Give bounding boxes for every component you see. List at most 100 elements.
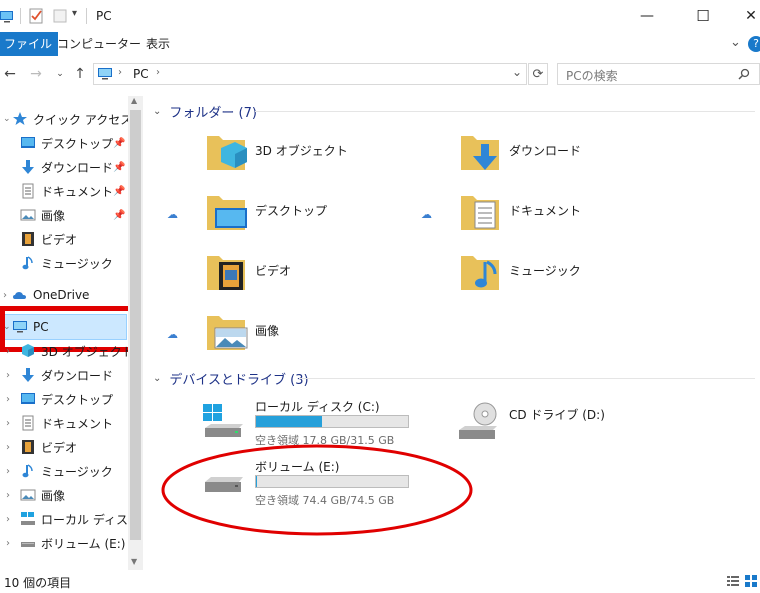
- folder-music[interactable]: ミュージック: [457, 250, 687, 306]
- nav-item-pc-videos[interactable]: › ビデオ: [0, 435, 128, 459]
- nav-item-quick-access[interactable]: ⌄ クイック アクセス: [0, 107, 128, 131]
- document-icon: [22, 415, 34, 431]
- chevron-down-icon[interactable]: ⌄: [153, 373, 161, 384]
- chevron-right-icon[interactable]: ›: [3, 290, 7, 301]
- recent-locations-button[interactable]: ⌄: [50, 64, 70, 84]
- title-bar: ▾ PC — ☐ ✕: [0, 0, 760, 32]
- nav-label: OneDrive: [33, 288, 90, 302]
- highlight-ellipse: [161, 444, 473, 536]
- video-folder-icon: [207, 256, 245, 290]
- folder-downloads[interactable]: ダウンロード: [457, 130, 687, 186]
- separator: [86, 8, 87, 24]
- breadcrumb-chevron-icon[interactable]: ›: [156, 67, 160, 78]
- music-icon: [22, 464, 33, 478]
- address-dropdown-icon[interactable]: ⌄: [512, 65, 522, 79]
- nav-label: ボリューム (E:): [41, 536, 126, 551]
- drive-d[interactable]: CD ドライブ (D:): [457, 398, 687, 448]
- properties-icon[interactable]: [28, 8, 44, 24]
- chevron-right-icon[interactable]: ›: [6, 466, 10, 477]
- nav-label: ローカル ディスク (C: [41, 512, 128, 527]
- chevron-right-icon[interactable]: ›: [6, 490, 10, 501]
- ribbon-expand-icon[interactable]: ⌄: [730, 35, 741, 50]
- chevron-right-icon[interactable]: ›: [6, 346, 10, 357]
- refresh-icon: ⟳: [532, 66, 544, 82]
- tab-view[interactable]: 表示: [134, 32, 182, 56]
- folder-desktop[interactable]: デスクトップ: [203, 190, 433, 246]
- drives-group-header[interactable]: ⌄ デバイスとドライブ (3): [153, 369, 309, 388]
- breadcrumb-pc[interactable]: PC: [133, 67, 149, 81]
- forward-button[interactable]: →: [26, 64, 46, 84]
- chevron-right-icon[interactable]: ›: [6, 418, 10, 429]
- back-button[interactable]: ←: [0, 64, 20, 84]
- minimize-button[interactable]: —: [624, 0, 670, 32]
- nav-item-music[interactable]: ミュージック: [0, 251, 128, 275]
- nav-item-volume-e[interactable]: › ボリューム (E:): [0, 531, 128, 555]
- details-view-icon[interactable]: [726, 574, 740, 588]
- search-icon: [738, 68, 750, 80]
- chevron-down-icon[interactable]: ⌄: [3, 114, 11, 124]
- chevron-right-icon[interactable]: ›: [6, 394, 10, 405]
- quick-access-toolbar-dropdown[interactable]: ▾: [72, 8, 77, 19]
- video-icon: [22, 440, 34, 454]
- pc-icon: [98, 68, 112, 80]
- download-icon: [22, 368, 34, 382]
- folder-label: 3D オブジェクト: [255, 144, 348, 158]
- item-count: 10 個の項目: [4, 576, 72, 590]
- scroll-down-icon[interactable]: ▼: [131, 557, 137, 566]
- maximize-button[interactable]: ☐: [680, 0, 726, 32]
- nav-label: 画像: [41, 488, 66, 503]
- nav-item-pc-downloads[interactable]: › ダウンロード: [0, 363, 128, 387]
- nav-item-pc-pictures[interactable]: › 画像: [0, 483, 128, 507]
- close-button[interactable]: ✕: [728, 0, 760, 32]
- folder-documents[interactable]: ドキュメント: [457, 190, 687, 246]
- new-folder-icon[interactable]: [52, 8, 68, 24]
- drive-icon: [21, 542, 35, 547]
- search-input[interactable]: PCの検索: [557, 63, 760, 85]
- nav-item-videos[interactable]: ビデオ: [0, 227, 128, 251]
- nav-scrollbar-thumb[interactable]: [130, 110, 141, 540]
- nav-item-desktop[interactable]: デスクトップ 📌: [0, 131, 128, 155]
- desktop-icon: [21, 393, 35, 404]
- pin-icon: 📌: [113, 137, 126, 149]
- large-icons-view-icon[interactable]: [744, 574, 758, 588]
- nav-item-pc-desktop[interactable]: › デスクトップ: [0, 387, 128, 411]
- chevron-right-icon[interactable]: ›: [6, 538, 10, 549]
- nav-item-downloads[interactable]: ダウンロード 📌: [0, 155, 128, 179]
- nav-item-onedrive[interactable]: › OneDrive: [0, 283, 128, 307]
- chevron-right-icon[interactable]: ›: [6, 514, 10, 525]
- download-folder-icon: [461, 136, 499, 170]
- pin-icon: 📌: [113, 209, 126, 221]
- windows-drive-icon: [21, 512, 35, 525]
- drive-c[interactable]: ローカル ディスク (C:) 空き領域 17.8 GB/31.5 GB: [203, 398, 433, 448]
- folder-label: 画像: [255, 324, 280, 338]
- folder-3d-objects[interactable]: 3D オブジェクト: [203, 130, 433, 186]
- chevron-right-icon[interactable]: ›: [6, 370, 10, 381]
- address-bar[interactable]: › PC › ⌄: [93, 63, 527, 85]
- help-icon[interactable]: ?: [748, 36, 760, 52]
- up-button[interactable]: ↑: [70, 64, 90, 84]
- cube-icon: [22, 344, 34, 357]
- nav-item-pictures[interactable]: 画像 📌: [0, 203, 128, 227]
- nav-item-documents[interactable]: ドキュメント 📌: [0, 179, 128, 203]
- document-icon: [22, 183, 34, 199]
- nav-label: ミュージック: [41, 464, 113, 479]
- folder-videos[interactable]: ビデオ: [203, 250, 433, 306]
- refresh-button[interactable]: ⟳: [528, 63, 548, 85]
- folders-group-header[interactable]: ⌄ フォルダー (7): [153, 102, 257, 121]
- picture-icon: [20, 489, 36, 501]
- folder-label: ダウンロード: [509, 144, 582, 158]
- nav-item-pc-documents[interactable]: › ドキュメント: [0, 411, 128, 435]
- nav-label: クイック アクセス: [33, 112, 128, 127]
- nav-item-pc-music[interactable]: › ミュージック: [0, 459, 128, 483]
- download-icon: [22, 160, 34, 174]
- nav-item-3d-objects[interactable]: › 3D オブジェクト: [0, 339, 128, 363]
- scroll-up-icon[interactable]: ▲: [131, 96, 137, 105]
- nav-label: ビデオ: [41, 440, 78, 455]
- nav-label: 画像: [41, 208, 66, 223]
- folder-pictures[interactable]: 画像: [203, 310, 433, 366]
- nav-item-local-disk-c[interactable]: › ローカル ディスク (C: [0, 507, 128, 531]
- cloud-sync-icon: ☁: [421, 208, 432, 221]
- chevron-right-icon[interactable]: ›: [6, 442, 10, 453]
- drive-usage-bar: [255, 415, 409, 428]
- chevron-down-icon[interactable]: ⌄: [153, 106, 161, 117]
